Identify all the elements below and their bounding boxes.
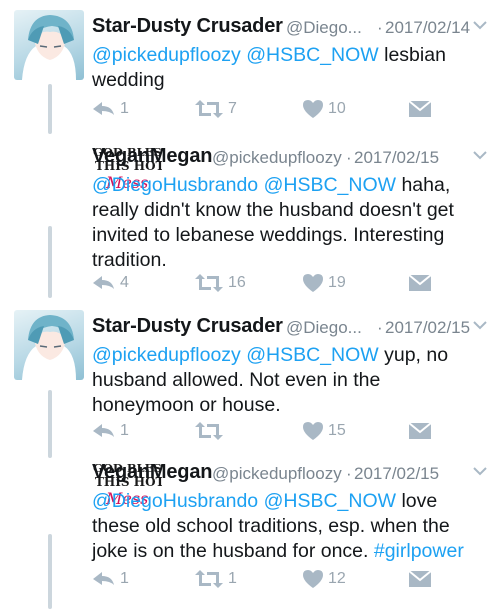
mention-link[interactable]: @pickedupfloozy	[92, 344, 241, 366]
direct-message-button[interactable]	[408, 420, 432, 442]
display-name[interactable]: VeganMegan	[92, 461, 212, 484]
direct-message-icon	[408, 274, 432, 291]
like-button[interactable]: 12	[302, 568, 346, 590]
retweet-count: 16	[228, 274, 246, 291]
user-handle[interactable]: @Diego...	[286, 318, 362, 338]
direct-message-button[interactable]	[408, 568, 432, 590]
tweet[interactable]: GOD BLESS THIS HOT Mess VeganMegan @pick…	[0, 456, 500, 606]
direct-message-icon	[408, 422, 432, 439]
like-count: 15	[328, 422, 346, 439]
avatar[interactable]	[14, 310, 84, 380]
reply-count: 1	[120, 422, 129, 439]
like-button[interactable]: 10	[302, 98, 346, 120]
separator-dot: ·	[377, 18, 383, 37]
tweet-text: @pickedupfloozy @HSBC_NOW yup, no husban…	[92, 343, 486, 418]
chevron-down-icon[interactable]	[472, 149, 488, 161]
display-name[interactable]: Star-Dusty Crusader	[92, 15, 283, 38]
reply-button[interactable]: 4	[92, 272, 129, 294]
tweet-actions: 1 15	[92, 420, 500, 442]
reply-icon	[93, 572, 114, 585]
reply-button[interactable]: 1	[92, 568, 129, 590]
chevron-down-icon[interactable]	[472, 319, 488, 331]
retweet-icon	[195, 274, 223, 292]
display-name[interactable]: VeganMegan	[92, 145, 212, 168]
tweet-date[interactable]: 2017/02/15	[354, 148, 439, 168]
tweet-header: Star-Dusty Crusader @Diego... · 2017/02/…	[92, 310, 500, 340]
mention-link[interactable]: @HSBC_NOW	[264, 490, 396, 512]
retweet-button[interactable]: 7	[194, 98, 237, 120]
tweet[interactable]: Star-Dusty Crusader @Diego... · 2017/02/…	[0, 10, 500, 130]
retweet-button[interactable]	[194, 420, 228, 442]
like-count: 12	[328, 570, 346, 587]
reply-button[interactable]: 1	[92, 98, 129, 120]
user-handle[interactable]: @pickedupfloozy	[212, 464, 342, 484]
tweet-actions: 4 16 19	[92, 272, 500, 294]
retweet-button[interactable]: 1	[194, 568, 237, 590]
reply-count: 4	[120, 274, 129, 291]
retweet-icon	[195, 422, 223, 440]
tweet-actions: 1 7 10	[92, 98, 500, 120]
like-icon	[303, 422, 323, 440]
like-button[interactable]: 15	[302, 420, 346, 442]
retweet-button[interactable]: 16	[194, 272, 246, 294]
tweet-date[interactable]: 2017/02/15	[354, 464, 439, 484]
separator-dot: ·	[346, 148, 352, 167]
chevron-down-icon[interactable]	[472, 19, 488, 31]
mention-link[interactable]: @HSBC_NOW	[246, 344, 378, 366]
retweet-icon	[195, 100, 223, 118]
retweet-count: 1	[228, 570, 237, 587]
retweet-icon	[195, 570, 223, 588]
mention-link[interactable]: @DiegoHusbrando	[92, 174, 258, 196]
retweet-count: 7	[228, 100, 237, 117]
direct-message-icon	[408, 100, 432, 117]
direct-message-button[interactable]	[408, 272, 432, 294]
user-handle[interactable]: @Diego...	[286, 18, 362, 38]
tweet-header: Star-Dusty Crusader @Diego... · 2017/02/…	[92, 10, 500, 40]
mention-link[interactable]: @pickedupfloozy	[92, 44, 241, 66]
avatar[interactable]	[14, 10, 84, 80]
reply-count: 1	[120, 570, 129, 587]
tweet-date[interactable]: 2017/02/15	[385, 318, 470, 338]
reply-icon	[93, 276, 114, 289]
chevron-down-icon[interactable]	[472, 465, 488, 477]
tweet[interactable]: GOD BLESS THIS HOT Mess VeganMegan @pick…	[0, 140, 500, 300]
like-icon	[303, 570, 323, 588]
reply-icon	[93, 424, 114, 437]
tweet-header: VeganMegan @pickedupfloozy · 2017/02/15	[92, 140, 500, 170]
hashtag-link[interactable]: #girlpower	[374, 540, 464, 562]
tweet[interactable]: Star-Dusty Crusader @Diego... · 2017/02/…	[0, 310, 500, 450]
mention-link[interactable]: @HSBC_NOW	[246, 44, 378, 66]
separator-dot: ·	[346, 464, 352, 483]
like-count: 19	[328, 274, 346, 291]
display-name[interactable]: Star-Dusty Crusader	[92, 315, 283, 338]
tweet-actions: 1 1 12	[92, 568, 500, 590]
tweet-text: @DiegoHusbrando @HSBC_NOW love these old…	[92, 489, 486, 564]
mention-link[interactable]: @HSBC_NOW	[264, 174, 396, 196]
user-handle[interactable]: @pickedupfloozy	[212, 148, 342, 168]
reply-count: 1	[120, 100, 129, 117]
like-icon	[303, 100, 323, 118]
tweet-text: @DiegoHusbrando @HSBC_NOW haha, really d…	[92, 173, 486, 273]
reply-icon	[93, 102, 114, 115]
separator-dot: ·	[377, 318, 383, 337]
direct-message-button[interactable]	[408, 98, 432, 120]
direct-message-icon	[408, 570, 432, 587]
reply-button[interactable]: 1	[92, 420, 129, 442]
like-count: 10	[328, 100, 346, 117]
like-button[interactable]: 19	[302, 272, 346, 294]
tweet-text: @pickedupfloozy @HSBC_NOW lesbian weddin…	[92, 43, 486, 93]
tweet-date[interactable]: 2017/02/14	[385, 18, 470, 38]
mention-link[interactable]: @DiegoHusbrando	[92, 490, 258, 512]
tweet-header: VeganMegan @pickedupfloozy · 2017/02/15	[92, 456, 500, 486]
like-icon	[303, 274, 323, 292]
